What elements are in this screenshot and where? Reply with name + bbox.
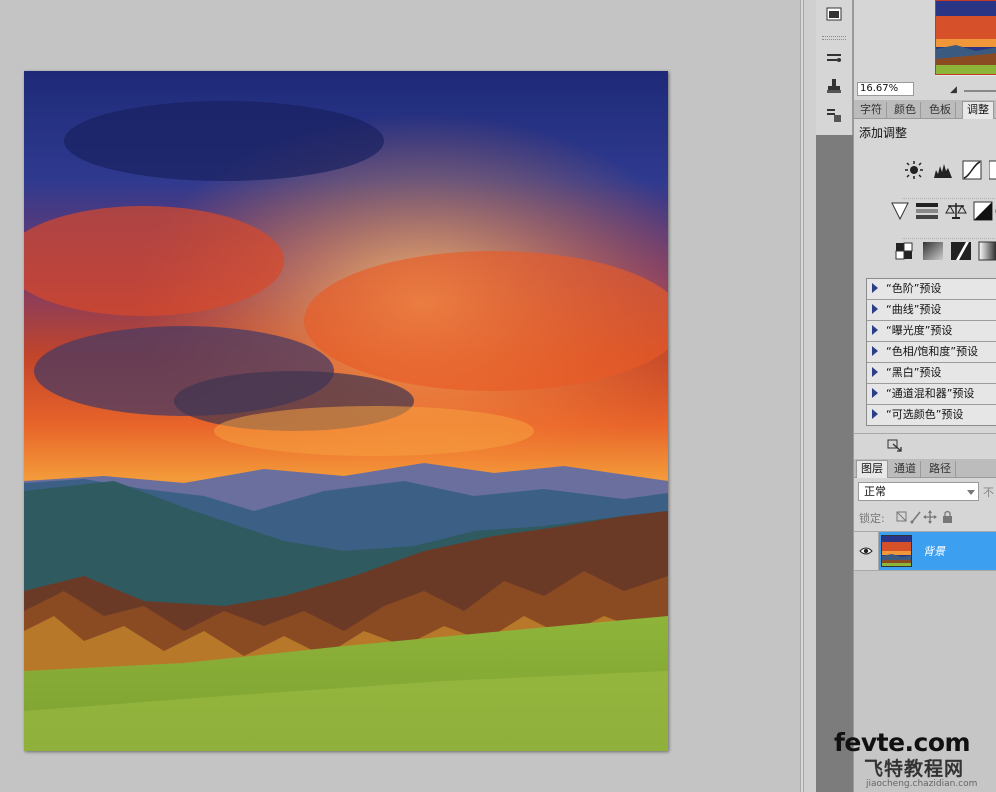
tab-swatches[interactable]: 色板	[925, 102, 956, 119]
lock-position-icon	[923, 510, 937, 524]
lock-transparent-icon	[896, 511, 907, 522]
tab-layers[interactable]: 图层	[856, 460, 888, 478]
lock-pixels-icon	[910, 511, 921, 524]
chevron-down-icon	[967, 490, 975, 495]
clone-source-button[interactable]	[823, 75, 845, 97]
tab-paths[interactable]: 路径	[925, 461, 956, 478]
preset-label: “曝光度”预设	[886, 324, 953, 337]
dock-separator	[822, 39, 846, 40]
preset-label: “通道混和器”预设	[886, 387, 975, 400]
preset-exposure[interactable]: “曝光度”预设	[867, 321, 996, 342]
tab-adjustments[interactable]: 调整	[962, 101, 994, 119]
zoom-out-icon[interactable]: ◢	[950, 85, 957, 95]
watermark-domain: fevte.com	[834, 728, 971, 757]
layer-visibility-toggle[interactable]	[854, 532, 879, 570]
landscape-photo	[24, 71, 668, 751]
layer-row-background[interactable]: 背景	[854, 531, 996, 571]
black-white-icon[interactable]	[973, 201, 993, 221]
lock-all-icon	[943, 510, 952, 523]
expand-triangle-icon[interactable]	[872, 346, 878, 356]
layer-selected-area[interactable]: 背景	[879, 532, 996, 570]
blend-mode-select[interactable]: 正常	[858, 482, 979, 501]
preset-selective-color[interactable]: “可选颜色”预设	[867, 405, 996, 426]
expand-triangle-icon[interactable]	[872, 283, 878, 293]
preset-label: “黑白”预设	[886, 366, 942, 379]
hue-saturation-icon[interactable]	[916, 201, 938, 221]
document-canvas-area[interactable]	[0, 0, 800, 792]
navigator-icon	[826, 7, 842, 21]
watermark-site-name: 飞特教程网	[864, 758, 965, 780]
preset-black-white[interactable]: “黑白”预设	[867, 363, 996, 384]
navigator-preview-image	[936, 1, 996, 74]
layer-thumbnail	[881, 535, 912, 567]
dock-gutter	[804, 0, 816, 792]
gradient-map-icon[interactable]	[978, 241, 996, 261]
adjustment-icons-row-2	[891, 198, 996, 221]
expand-triangle-icon[interactable]	[872, 367, 878, 377]
preset-levels[interactable]: “色阶”预设	[867, 279, 996, 300]
expand-triangle-icon[interactable]	[872, 388, 878, 398]
preset-label: “可选颜色”预设	[886, 408, 964, 421]
curves-icon[interactable]	[962, 160, 982, 180]
layer-name[interactable]: 背景	[923, 543, 945, 559]
adjustment-icons-row-1	[902, 158, 996, 180]
navigator-view-box[interactable]	[935, 0, 996, 75]
expand-view-button[interactable]	[887, 439, 903, 456]
levels-icon[interactable]	[933, 160, 953, 180]
navigator-panel-button[interactable]	[823, 3, 845, 25]
expand-triangle-icon[interactable]	[872, 304, 878, 314]
preset-curves[interactable]: “曲线”预设	[867, 300, 996, 321]
layers-tab-bar: 图层 通道 路径	[854, 459, 996, 478]
brightness-contrast-icon[interactable]	[904, 160, 924, 180]
right-panels: 16.67% ◢ 字符 颜色 色板 调整 添加调整 “色阶”预设 “曲线”预设 …	[853, 0, 996, 792]
dock-separator	[822, 36, 846, 37]
blend-mode-value: 正常	[864, 485, 886, 498]
tool-presets-button[interactable]	[823, 104, 845, 126]
tab-channels[interactable]: 通道	[890, 461, 921, 478]
exposure-icon[interactable]	[988, 160, 996, 180]
watermark-url: jiaocheng.chazidian.com	[866, 779, 978, 789]
tab-character[interactable]: 字符	[856, 102, 887, 119]
document-image-sunset-landscape[interactable]	[24, 71, 668, 751]
vibrance-icon[interactable]	[890, 201, 910, 221]
preset-hue-saturation[interactable]: “色相/饱和度”预设	[867, 342, 996, 363]
watermark: fevte.com 飞特教程网 jiaocheng.chazidian.com	[830, 728, 996, 792]
threshold-icon[interactable]	[950, 241, 971, 261]
dock-icon-strip	[816, 0, 853, 135]
adjustments-footer	[854, 433, 996, 458]
opacity-label: 不	[983, 486, 994, 499]
tool-presets-icon	[827, 109, 841, 122]
brush-presets-icon	[827, 54, 841, 62]
posterize-icon[interactable]	[922, 241, 943, 261]
clone-stamp-icon	[827, 79, 841, 93]
tab-color[interactable]: 颜色	[890, 102, 921, 119]
color-balance-icon[interactable]	[945, 201, 967, 221]
add-adjustment-label: 添加调整	[859, 126, 908, 140]
invert-icon[interactable]	[894, 241, 914, 261]
expand-triangle-icon[interactable]	[872, 409, 878, 419]
collapsed-panel-dock	[816, 0, 853, 792]
preset-label: “曲线”预设	[886, 303, 942, 316]
lock-icons-group	[896, 510, 960, 524]
expand-view-icon	[887, 439, 902, 452]
navigator-thumbnail[interactable]	[935, 0, 996, 76]
preset-channel-mixer[interactable]: “通道混和器”预设	[867, 384, 996, 405]
preset-label: “色阶”预设	[886, 282, 942, 295]
preset-label: “色相/饱和度”预设	[886, 345, 979, 358]
adjustment-presets-list: “色阶”预设 “曲线”预设 “曝光度”预设 “色相/饱和度”预设 “黑白”预设 …	[866, 278, 996, 426]
zoom-percentage-field[interactable]: 16.67%	[857, 82, 914, 96]
adjustment-icons-row-3	[895, 238, 996, 261]
navigator-zoom-row: 16.67% ◢	[854, 81, 996, 97]
lock-label: 锁定:	[859, 512, 885, 525]
brush-presets-button[interactable]	[823, 46, 845, 68]
expand-triangle-icon[interactable]	[872, 325, 878, 335]
adjustments-tab-bar: 字符 颜色 色板 调整	[854, 100, 996, 119]
zoom-slider[interactable]	[964, 90, 996, 92]
eye-icon	[859, 547, 873, 555]
